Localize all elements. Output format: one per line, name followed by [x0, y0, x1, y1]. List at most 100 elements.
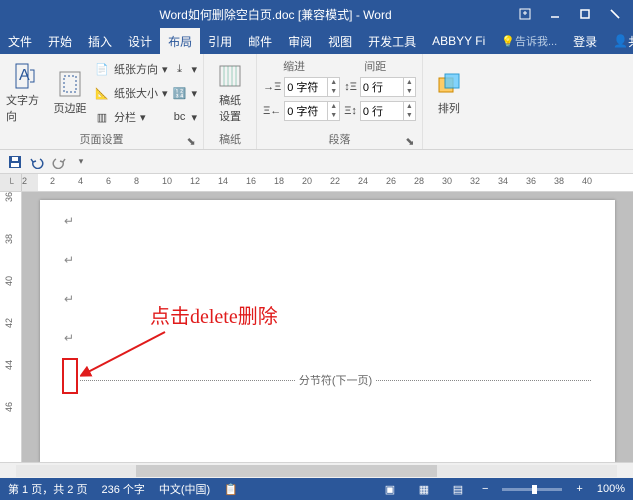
hyphenation-button[interactable]: bc ▾	[172, 106, 198, 128]
chevron-down-icon: ▾	[192, 63, 198, 76]
page-size-icon: 📐	[94, 85, 110, 101]
columns-button[interactable]: ▥分栏 ▾	[94, 106, 168, 128]
indent-right-spinner[interactable]: ▲▼	[284, 101, 340, 121]
ribbon: A 文字方向 页边距 📄纸张方向 ▾ 📐纸张大小 ▾ ▥分栏 ▾ ⤓▾ 🔢▾ b…	[0, 54, 633, 150]
page[interactable]: ↵ ↵ ↵ ↵ 点击delete删除 分节符(下一页)	[40, 200, 615, 462]
paragraph-mark: ↵	[64, 292, 591, 307]
login-link[interactable]: 登录	[565, 28, 605, 54]
chevron-down-icon: ▾	[162, 63, 168, 76]
spin-down[interactable]: ▼	[327, 111, 339, 120]
orientation-icon: 📄	[94, 61, 110, 77]
maximize-icon[interactable]	[571, 4, 599, 24]
window-title: Word如何删除空白页.doc [兼容模式] - Word	[40, 6, 511, 23]
manuscript-icon	[216, 62, 244, 90]
paragraph-mark: ↵	[64, 331, 591, 346]
insert-mode-icon[interactable]: 📋	[224, 483, 238, 496]
orientation-button[interactable]: 📄纸张方向 ▾	[94, 58, 168, 80]
vertical-ruler[interactable]: 363840424446	[0, 192, 22, 462]
minimize-icon[interactable]	[541, 4, 569, 24]
document-area[interactable]: ↵ ↵ ↵ ↵ 点击delete删除 分节符(下一页)	[22, 192, 633, 462]
tab-mailings[interactable]: 邮件	[240, 28, 280, 54]
indent-left-icon: →Ξ	[263, 81, 281, 93]
tell-me-search[interactable]: 💡 告诉我...	[493, 28, 565, 54]
tab-file[interactable]: 文件	[0, 28, 40, 54]
breaks-button[interactable]: ⤓▾	[172, 58, 198, 80]
ribbon-tabs: 文件 开始 插入 设计 布局 引用 邮件 审阅 视图 开发工具 ABBYY Fi…	[0, 28, 633, 54]
tab-abbyy[interactable]: ABBYY Fi	[424, 28, 493, 54]
group-paragraph: 缩进 →Ξ ▲▼ Ξ← ▲▼ 间距 ↕Ξ ▲▼ Ξ↕ ▲▼	[257, 54, 423, 149]
text-direction-button[interactable]: A 文字方向	[6, 58, 46, 128]
group-manuscript: 稿纸 设置 稿纸	[204, 54, 257, 149]
read-mode-button[interactable]: ▣	[380, 481, 400, 497]
quick-access-toolbar: ▾	[0, 150, 633, 174]
tab-layout[interactable]: 布局	[160, 28, 200, 54]
size-button[interactable]: 📐纸张大小 ▾	[94, 82, 168, 104]
paragraph-mark: ↵	[64, 253, 591, 268]
scroll-thumb[interactable]	[136, 465, 437, 477]
ribbon-options-icon[interactable]	[511, 4, 539, 24]
columns-icon: ▥	[94, 109, 110, 125]
horizontal-scrollbar[interactable]	[0, 462, 633, 478]
close-icon[interactable]	[601, 4, 629, 24]
spacing-before-icon: ↕Ξ	[344, 81, 357, 93]
web-layout-button[interactable]: ▤	[448, 481, 468, 497]
word-count[interactable]: 236 个字	[101, 481, 144, 497]
section-break: 分节符(下一页)	[80, 372, 591, 388]
horizontal-ruler[interactable]: └ 2246810121416182022242628303234363840	[0, 174, 633, 192]
margins-button[interactable]: 页边距	[50, 58, 90, 128]
chevron-down-icon: ▾	[162, 87, 168, 100]
paragraph-mark: ↵	[64, 214, 591, 229]
paragraph-launcher[interactable]: ⬊	[404, 135, 416, 147]
page-count[interactable]: 第 1 页，共 2 页	[8, 481, 87, 497]
spin-up[interactable]: ▲	[403, 78, 415, 87]
spin-up[interactable]: ▲	[327, 102, 339, 111]
tab-developer[interactable]: 开发工具	[360, 28, 424, 54]
hyphenation-icon: bc	[172, 109, 188, 125]
spacing-before-spinner[interactable]: ▲▼	[360, 77, 416, 97]
tab-review[interactable]: 审阅	[280, 28, 320, 54]
language-status[interactable]: 中文(中国)	[159, 481, 210, 497]
spacing-after-spinner[interactable]: ▲▼	[360, 101, 416, 121]
svg-text:A: A	[19, 67, 30, 84]
spin-down[interactable]: ▼	[403, 111, 415, 120]
line-numbers-icon: 🔢	[172, 85, 188, 101]
zoom-slider[interactable]	[502, 488, 562, 491]
spin-up[interactable]: ▲	[403, 102, 415, 111]
print-layout-button[interactable]: ▦	[414, 481, 434, 497]
tab-view[interactable]: 视图	[320, 28, 360, 54]
breaks-icon: ⤓	[172, 61, 188, 77]
tab-insert[interactable]: 插入	[80, 28, 120, 54]
margins-icon	[56, 70, 84, 98]
line-numbers-button[interactable]: 🔢▾	[172, 82, 198, 104]
spin-down[interactable]: ▼	[403, 87, 415, 96]
page-setup-launcher[interactable]: ⬊	[185, 135, 197, 147]
text-direction-icon: A	[12, 62, 40, 90]
qat-customize-icon[interactable]: ▾	[72, 153, 90, 171]
save-button[interactable]	[6, 153, 24, 171]
title-bar: Word如何删除空白页.doc [兼容模式] - Word	[0, 0, 633, 28]
tab-design[interactable]: 设计	[120, 28, 160, 54]
redo-button[interactable]	[50, 153, 68, 171]
indent-right-icon: Ξ←	[263, 105, 281, 117]
share-button[interactable]: 👤 共享	[605, 28, 633, 54]
spin-down[interactable]: ▼	[327, 87, 339, 96]
indent-left-spinner[interactable]: ▲▼	[284, 77, 340, 97]
spin-up[interactable]: ▲	[327, 78, 339, 87]
tab-home[interactable]: 开始	[40, 28, 80, 54]
arrange-icon	[435, 70, 463, 98]
tab-references[interactable]: 引用	[200, 28, 240, 54]
group-page-setup: A 文字方向 页边距 📄纸张方向 ▾ 📐纸张大小 ▾ ▥分栏 ▾ ⤓▾ 🔢▾ b…	[0, 54, 204, 149]
chevron-down-icon: ▾	[140, 111, 146, 124]
zoom-level[interactable]: 100%	[597, 483, 625, 495]
annotation-text: 点击delete删除	[150, 300, 278, 329]
highlight-box	[62, 358, 78, 394]
chevron-down-icon: ▾	[192, 111, 198, 124]
spacing-after-icon: Ξ↕	[344, 105, 357, 117]
undo-button[interactable]	[28, 153, 46, 171]
arrange-button[interactable]: 排列	[429, 58, 469, 128]
manuscript-button[interactable]: 稿纸 设置	[210, 58, 250, 128]
zoom-in-button[interactable]: +	[576, 483, 582, 495]
status-bar: 第 1 页，共 2 页 236 个字 中文(中国) 📋 ▣ ▦ ▤ − + 10…	[0, 478, 633, 500]
zoom-out-button[interactable]: −	[482, 483, 488, 495]
ruler-corner: └	[0, 174, 22, 191]
